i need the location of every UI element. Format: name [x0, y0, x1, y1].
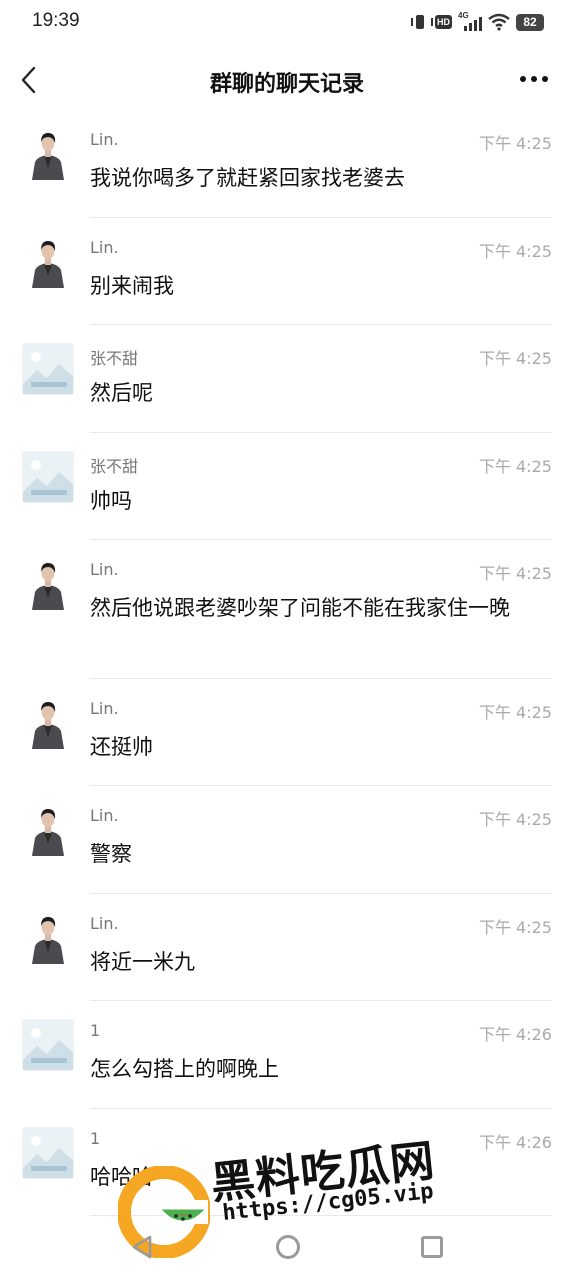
message-item[interactable]: Lin. 下午 4:25 我说你喝多了就赶紧回家找老婆去	[0, 110, 574, 218]
avatar[interactable]	[22, 128, 74, 180]
nav-recent-apps-icon[interactable]	[421, 1236, 443, 1258]
header: 群聊的聊天记录	[0, 50, 574, 110]
nav-back-icon[interactable]	[130, 1234, 154, 1260]
message-text: 将近一米九	[90, 950, 195, 974]
message-time: 下午 4:25	[478, 810, 552, 829]
message-text: 然后他说跟老婆吵架了问能不能在我家住一晚	[90, 596, 510, 620]
message-text: 别来闹我	[90, 274, 174, 298]
avatar[interactable]	[22, 343, 74, 395]
sender-name: Lin.	[90, 914, 119, 933]
divider	[90, 1215, 552, 1216]
message-item[interactable]: Lin. 下午 4:25 别来闹我	[0, 218, 574, 325]
message-item[interactable]: 张不甜 下午 4:25 帅吗	[0, 433, 574, 540]
message-text: 帅吗	[90, 489, 132, 513]
status-time: 19:39	[32, 10, 80, 31]
message-item[interactable]: Lin. 下午 4:25 然后他说跟老婆吵架了问能不能在我家住一晚	[0, 540, 574, 679]
avatar[interactable]	[22, 912, 74, 964]
message-time: 下午 4:25	[478, 134, 552, 153]
message-item[interactable]: 1 下午 4:26 怎么勾搭上的啊晚上	[0, 1001, 574, 1109]
message-time: 下午 4:26	[478, 1133, 552, 1152]
message-text: 还挺帅	[90, 735, 153, 759]
sender-name: Lin.	[90, 806, 119, 825]
message-time: 下午 4:25	[478, 564, 552, 583]
message-time: 下午 4:25	[478, 703, 552, 722]
message-time: 下午 4:25	[478, 918, 552, 937]
avatar[interactable]	[22, 804, 74, 856]
message-item[interactable]: Lin. 下午 4:25 警察	[0, 786, 574, 894]
sender-name: 1	[90, 1129, 101, 1148]
message-item[interactable]: Lin. 下午 4:25 还挺帅	[0, 679, 574, 786]
vibrate-icon	[411, 14, 433, 30]
sender-name: Lin.	[90, 560, 119, 579]
message-item[interactable]: 1 下午 4:26 哈哈哈	[0, 1109, 574, 1216]
message-text: 警察	[90, 842, 132, 866]
sender-name: Lin.	[90, 699, 119, 718]
avatar[interactable]	[22, 236, 74, 288]
battery-icon: 82	[516, 13, 544, 31]
nav-home-icon[interactable]	[276, 1235, 300, 1259]
message-time: 下午 4:26	[478, 1025, 552, 1044]
signal-icon: 4G	[458, 11, 482, 31]
avatar[interactable]	[22, 697, 74, 749]
sender-name: 张不甜	[90, 457, 139, 476]
network-type: 4G	[458, 11, 469, 20]
message-text: 哈哈哈	[90, 1165, 153, 1189]
status-bar: 19:39 HD 4G 82	[0, 0, 574, 44]
sender-name: 1	[90, 1021, 101, 1040]
avatar[interactable]	[22, 1127, 74, 1179]
avatar[interactable]	[22, 558, 74, 610]
sender-name: Lin.	[90, 238, 119, 257]
message-item[interactable]: Lin. 下午 4:25 将近一米九	[0, 894, 574, 1001]
system-nav-bar	[0, 1222, 574, 1280]
sender-name: Lin.	[90, 130, 119, 149]
message-time: 下午 4:25	[478, 242, 552, 261]
wifi-icon	[488, 13, 510, 31]
status-icons: HD 4G 82	[411, 11, 544, 32]
avatar[interactable]	[22, 1019, 74, 1071]
message-text: 怎么勾搭上的啊晚上	[90, 1057, 279, 1081]
message-text: 然后呢	[90, 381, 153, 405]
hd-icon: HD	[435, 15, 452, 29]
more-options-icon[interactable]	[520, 74, 550, 84]
message-time: 下午 4:25	[478, 349, 552, 368]
page-title: 群聊的聊天记录	[209, 72, 364, 97]
avatar[interactable]	[22, 451, 74, 503]
sender-name: 张不甜	[90, 349, 139, 368]
message-time: 下午 4:25	[478, 457, 552, 476]
message-item[interactable]: 张不甜 下午 4:25 然后呢	[0, 325, 574, 433]
message-text: 我说你喝多了就赶紧回家找老婆去	[90, 166, 405, 190]
